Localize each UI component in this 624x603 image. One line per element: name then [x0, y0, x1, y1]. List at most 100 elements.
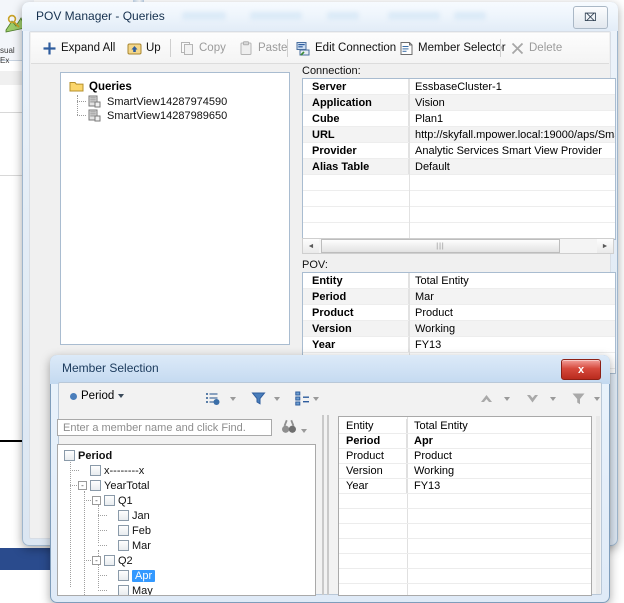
pov-manager-title-bar[interactable]: POV Manager - Queries ⌧ [22, 2, 618, 31]
table-row[interactable]: Year FY13 [303, 337, 615, 353]
chevron-down-icon[interactable] [313, 396, 319, 401]
redacted-title-text [454, 12, 486, 20]
edit-connection-button[interactable]: Edit Connection [293, 38, 399, 58]
checkbox[interactable] [118, 585, 129, 595]
move-up-button[interactable] [477, 388, 496, 409]
connection-hscrollbar[interactable]: ◄ ||| ► [302, 238, 614, 254]
move-down-dropdown[interactable] [548, 388, 558, 409]
close-icon[interactable]: x [561, 359, 601, 380]
panel-splitter[interactable] [322, 415, 324, 595]
tree-item[interactable]: Apr [58, 568, 315, 583]
filter-funnel-button[interactable] [569, 388, 588, 409]
table-cell-key: Period [339, 434, 407, 449]
member-list-button[interactable] [203, 388, 222, 409]
tree-item-label: x--------x [104, 464, 145, 477]
tree-item[interactable]: May [58, 583, 315, 595]
table-row[interactable]: Alias Table Default [303, 159, 615, 175]
grid-line [339, 583, 591, 584]
list-item[interactable]: SmartView14287974590 [87, 94, 227, 109]
filter-button[interactable] [249, 388, 268, 409]
checkbox[interactable] [90, 480, 101, 491]
find-dropdown[interactable] [301, 424, 307, 436]
scroll-left-icon[interactable]: ◄ [303, 239, 319, 253]
table-row[interactable]: Product Product [303, 305, 615, 321]
tree-item[interactable]: - Q2 [58, 553, 315, 568]
checkbox[interactable] [118, 510, 129, 521]
table-row[interactable]: Application Vision [303, 95, 615, 111]
chevron-down-icon[interactable] [504, 396, 510, 401]
chevron-down-icon[interactable] [594, 396, 600, 401]
selection-grid-scrollbar[interactable] [596, 416, 600, 594]
filter-funnel-dropdown[interactable] [592, 388, 602, 409]
tree-root-queries[interactable]: Queries [69, 79, 132, 94]
move-up-icon [479, 391, 494, 406]
connection-grid[interactable]: Server EssbaseCluster-1 Application Vision C… [302, 78, 616, 240]
member-selection-title: Member Selection [62, 361, 159, 375]
paste-label: Paste [258, 42, 288, 54]
expand-all-button[interactable]: Expand All [39, 38, 118, 58]
tree-item[interactable]: Feb [58, 523, 315, 538]
member-selection-title-bar[interactable]: Member Selection x [50, 355, 610, 384]
member-list-dropdown[interactable] [228, 388, 238, 409]
filter-dropdown[interactable] [272, 388, 282, 409]
tree-item[interactable]: x--------x [58, 463, 315, 478]
move-down-button[interactable] [523, 388, 542, 409]
member-selector-button[interactable]: Member Selector [396, 38, 509, 58]
scroll-track[interactable]: ||| [319, 239, 597, 253]
tree-item-label: Period [78, 449, 113, 462]
table-row[interactable]: Product Product [339, 449, 591, 464]
find-binoculars-icon[interactable] [280, 418, 298, 436]
dimension-selector[interactable]: Period [70, 390, 125, 402]
table-row[interactable]: Year FY13 [339, 479, 591, 494]
table-cell-value: Total Entity [414, 420, 468, 432]
collapse-icon[interactable]: - [78, 481, 87, 490]
table-row[interactable]: Version Working [303, 321, 615, 337]
move-up-dropdown[interactable] [502, 388, 512, 409]
redacted-title-text [182, 12, 226, 20]
query-icon [87, 94, 102, 109]
tree-item[interactable]: Jan [58, 508, 315, 523]
member-selection-toolbar: Period [60, 384, 600, 414]
checkbox[interactable] [104, 495, 115, 506]
collapse-icon[interactable]: - [92, 556, 101, 565]
list-item[interactable]: SmartView14287989650 [87, 108, 227, 123]
tree-item[interactable]: - YearTotal [58, 478, 315, 493]
chevron-down-icon[interactable] [550, 396, 556, 401]
hierarchy-button[interactable] [293, 388, 321, 409]
panel-splitter[interactable] [327, 415, 329, 595]
queries-tree-panel[interactable]: Queries SmartView14287974590 SmartView14… [60, 72, 290, 345]
table-row[interactable]: Version Working [339, 464, 591, 479]
close-icon[interactable]: ⌧ [573, 6, 608, 29]
table-row[interactable]: Cube Plan1 [303, 111, 615, 127]
search-input[interactable]: Enter a member name and click Find. [57, 419, 272, 436]
scroll-right-icon[interactable]: ► [597, 239, 613, 253]
collapse-icon[interactable]: - [92, 496, 101, 505]
member-tree[interactable]: Period x--------x - YearTotal - Q1 Jan Feb Mar - Q… [57, 444, 316, 596]
up-button[interactable]: Up [124, 38, 164, 58]
scroll-thumb[interactable]: ||| [321, 239, 561, 253]
table-row[interactable]: Period Mar [303, 289, 615, 305]
grid-line [339, 538, 591, 539]
checkbox[interactable] [90, 465, 101, 476]
table-row[interactable]: Entity Total Entity [339, 419, 591, 434]
tree-item[interactable]: - Q1 [58, 493, 315, 508]
checkbox[interactable] [104, 555, 115, 566]
checkbox[interactable] [118, 525, 129, 536]
checkbox[interactable] [64, 450, 75, 461]
move-down-icon [525, 391, 540, 406]
tree-item[interactable]: Mar [58, 538, 315, 553]
table-row[interactable]: Provider Analytic Services Smart View Pro… [303, 143, 615, 159]
tree-item[interactable]: Period [58, 448, 315, 463]
chevron-down-icon[interactable] [118, 394, 125, 398]
chevron-down-icon[interactable] [230, 396, 236, 401]
checkbox[interactable] [118, 570, 129, 581]
table-row[interactable]: URL http://skyfall.mpower.local:19000/aps… [303, 127, 615, 143]
table-row[interactable]: Entity Total Entity [303, 273, 615, 289]
selection-grid[interactable]: Entity Total Entity Period Apr Product Produc… [338, 416, 592, 596]
table-cell-value: Plan1 [415, 113, 444, 125]
table-row[interactable]: Period Apr [339, 434, 591, 449]
chevron-down-icon[interactable] [274, 396, 280, 401]
checkbox[interactable] [118, 540, 129, 551]
list-item-label: SmartView14287989650 [107, 109, 228, 122]
table-row[interactable]: Server EssbaseCluster-1 [303, 79, 615, 95]
